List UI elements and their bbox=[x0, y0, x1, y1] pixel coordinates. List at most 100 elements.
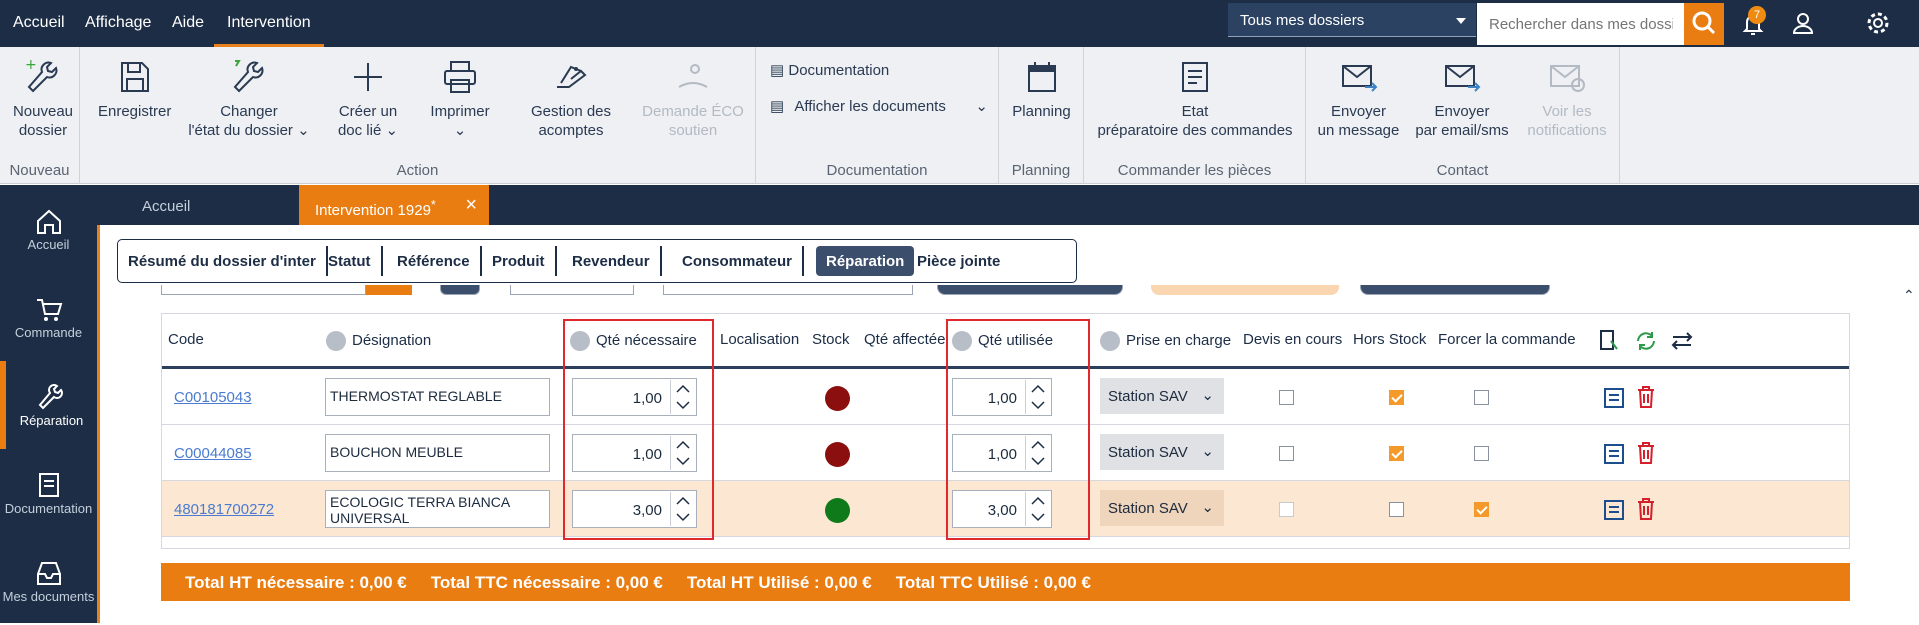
delete-button[interactable] bbox=[1636, 385, 1656, 414]
new-folder-label-1: Nouveau bbox=[12, 103, 74, 120]
settings-button[interactable] bbox=[1863, 8, 1893, 38]
modified-marker: * bbox=[430, 198, 436, 212]
subtab-produit[interactable]: Produit bbox=[482, 246, 557, 276]
user-account-button[interactable] bbox=[1788, 8, 1818, 38]
print-button[interactable]: Imprimer ⌄ bbox=[420, 57, 500, 140]
devis-checkbox[interactable] bbox=[1279, 502, 1294, 517]
col-code[interactable]: Code bbox=[168, 314, 204, 366]
col-devis[interactable]: Devis en cours bbox=[1243, 314, 1342, 366]
subtab-reference[interactable]: Référence bbox=[387, 246, 482, 276]
show-documents-button[interactable]: ▤ Afficher les documents ⌄ bbox=[770, 97, 992, 115]
subtab-piece-jointe[interactable]: Pièce jointe bbox=[907, 246, 1010, 276]
document-icon: ▤ bbox=[770, 98, 785, 115]
designation-field[interactable]: THERMOSTAT REGLABLE bbox=[325, 378, 550, 416]
send-message-button[interactable]: Envoyer un message bbox=[1316, 57, 1401, 140]
refresh-button[interactable] bbox=[1634, 314, 1658, 366]
trash-icon bbox=[1638, 442, 1654, 464]
subtab-revendeur[interactable]: Revendeur bbox=[562, 246, 662, 276]
menu-accueil[interactable]: Accueil bbox=[13, 14, 65, 47]
prise-en-charge-select[interactable]: Station SAV ⌄ bbox=[1100, 434, 1224, 470]
tab-accueil[interactable]: Accueil bbox=[142, 185, 190, 225]
order-prep-state-button[interactable]: Etat préparatoire des commandes bbox=[1094, 57, 1296, 140]
ribbon-group-planning: Planning Planning bbox=[999, 47, 1084, 184]
clipboard-list-icon bbox=[1604, 388, 1624, 408]
forcer-checkbox[interactable] bbox=[1474, 502, 1489, 517]
eco-support-button[interactable]: Demande ÉCO soutien bbox=[638, 57, 748, 140]
hors-stock-checkbox[interactable] bbox=[1389, 446, 1404, 461]
menu-aide[interactable]: Aide bbox=[172, 14, 204, 47]
col-designation[interactable]: Désignation bbox=[326, 314, 431, 366]
print-label: Imprimer bbox=[430, 103, 490, 120]
search-button[interactable] bbox=[1684, 3, 1724, 45]
details-button[interactable] bbox=[1603, 385, 1625, 414]
search-input[interactable] bbox=[1477, 3, 1685, 45]
forcer-checkbox[interactable] bbox=[1474, 390, 1489, 405]
cart-icon bbox=[36, 299, 62, 321]
col-qte-affectee[interactable]: Qté affectée bbox=[864, 314, 945, 366]
devis-checkbox[interactable] bbox=[1279, 390, 1294, 405]
view-notifications-button[interactable]: Voir les notifications bbox=[1522, 57, 1612, 140]
prise-en-charge-select[interactable]: Station SAV ⌄ bbox=[1100, 378, 1224, 414]
designation-field[interactable]: BOUCHON MEUBLE bbox=[325, 434, 550, 472]
details-button[interactable] bbox=[1603, 497, 1625, 526]
change-state-button[interactable]: Changer l'état du dossier ⌄ bbox=[184, 57, 314, 140]
col-stock[interactable]: Stock bbox=[812, 314, 850, 366]
new-folder-button[interactable]: + Nouveau dossier bbox=[8, 57, 78, 140]
ribbon-group-nouveau: + Nouveau dossier Nouveau bbox=[0, 47, 80, 184]
create-doc-label-1: Créer un bbox=[338, 103, 398, 120]
subtab-reparation[interactable]: Réparation bbox=[816, 246, 915, 276]
devis-checkbox[interactable] bbox=[1279, 446, 1294, 461]
prise-en-charge-select[interactable]: Station SAV ⌄ bbox=[1100, 490, 1224, 526]
menu-intervention[interactable]: Intervention bbox=[214, 14, 324, 47]
eco-label-1: Demande ÉCO bbox=[642, 103, 744, 120]
chevron-down-icon: ⌄ bbox=[975, 98, 988, 115]
part-code-link[interactable]: C00044085 bbox=[174, 445, 252, 462]
nav-reparation[interactable]: Réparation bbox=[0, 361, 97, 449]
deposits-button[interactable]: Gestion des acomptes bbox=[526, 57, 616, 140]
hors-stock-checkbox[interactable] bbox=[1389, 502, 1404, 517]
col-localisation[interactable]: Localisation bbox=[720, 314, 799, 366]
close-icon[interactable]: × bbox=[465, 194, 477, 217]
save-button[interactable]: Enregistrer bbox=[98, 57, 171, 121]
part-code-link[interactable]: 480181700272 bbox=[174, 501, 274, 518]
planning-button[interactable]: Planning bbox=[1004, 57, 1079, 121]
hors-stock-checkbox[interactable] bbox=[1389, 390, 1404, 405]
delete-button[interactable] bbox=[1636, 497, 1656, 526]
col-prise-label: Prise en charge bbox=[1126, 331, 1232, 349]
col-prise-en-charge[interactable]: Prise en charge bbox=[1100, 314, 1231, 366]
designation-field[interactable]: ECOLOGIC TERRA BIANCA UNIVERSAL bbox=[325, 490, 550, 528]
subtab-consommateur[interactable]: Consommateur bbox=[672, 246, 805, 276]
part-code-link[interactable]: C00105043 bbox=[174, 389, 252, 406]
documentation-button[interactable]: ▤ Documentation bbox=[770, 61, 889, 79]
menu-affichage[interactable]: Affichage bbox=[85, 14, 151, 47]
export-excel-button[interactable] bbox=[1598, 314, 1620, 366]
documentation-label: Documentation bbox=[788, 62, 890, 79]
col-forcer[interactable]: Forcer la commande bbox=[1438, 314, 1576, 366]
clipboard-list-icon bbox=[1604, 500, 1624, 520]
subtab-resume[interactable]: Résumé du dossier d'inter bbox=[118, 246, 328, 276]
chevron-up-icon[interactable]: ⌃ bbox=[1903, 287, 1915, 304]
create-linked-doc-button[interactable]: Créer un doc lié ⌄ bbox=[328, 57, 408, 140]
details-button[interactable] bbox=[1603, 441, 1625, 470]
mail-send-icon bbox=[1445, 65, 1481, 92]
nav-accueil[interactable]: Accueil bbox=[0, 185, 97, 273]
chevron-down-icon: ⌄ bbox=[297, 122, 310, 139]
folder-scope-value: Tous mes dossiers bbox=[1240, 12, 1365, 29]
nav-commande[interactable]: Commande bbox=[0, 273, 97, 361]
user-icon bbox=[1792, 13, 1814, 34]
subtab-statut[interactable]: Statut bbox=[318, 246, 383, 276]
delete-button[interactable] bbox=[1636, 441, 1656, 470]
nav-mes-documents[interactable]: Mes documents bbox=[0, 537, 97, 625]
total-ht-utilise: Total HT Utilisé : 0,00 € bbox=[686, 573, 872, 592]
swap-button[interactable] bbox=[1670, 314, 1694, 366]
chevron-down-icon: ⌄ bbox=[385, 122, 399, 139]
tab-intervention[interactable]: Intervention 1929* × bbox=[299, 185, 489, 225]
stock-status-indicator bbox=[825, 386, 850, 411]
send-email-button[interactable]: Envoyer par email/sms bbox=[1412, 57, 1512, 140]
clipboard-list-icon bbox=[1604, 444, 1624, 464]
nav-documentation[interactable]: Documentation bbox=[0, 449, 97, 537]
folder-scope-select[interactable]: Tous mes dossiers bbox=[1228, 3, 1476, 37]
nav-accueil-label: Accueil bbox=[27, 237, 70, 252]
col-hors-stock[interactable]: Hors Stock bbox=[1353, 314, 1426, 366]
forcer-checkbox[interactable] bbox=[1474, 446, 1489, 461]
